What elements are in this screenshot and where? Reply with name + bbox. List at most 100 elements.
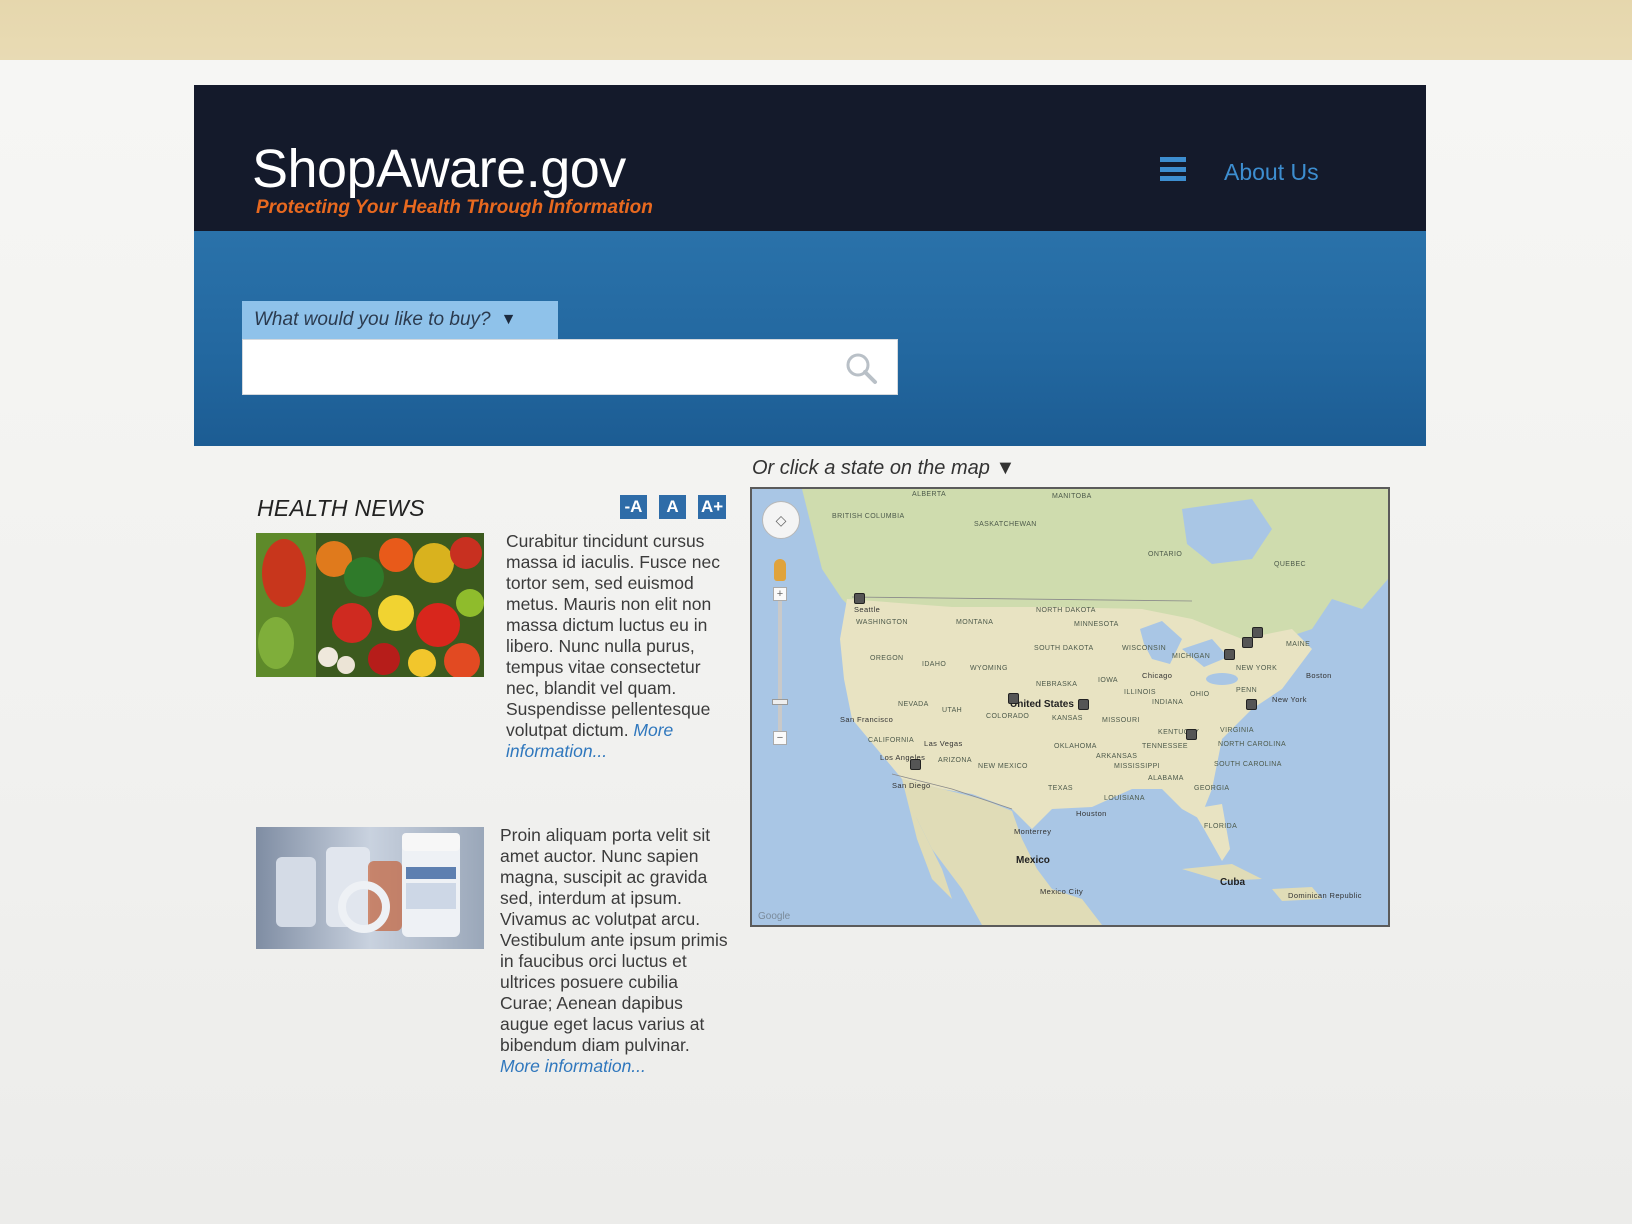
pan-control-icon[interactable]: ◇	[762, 501, 800, 539]
pill-bottles-photo[interactable]	[256, 827, 484, 949]
map-region-label: Kansas	[1052, 715, 1083, 722]
map-region-label: Montana	[956, 619, 994, 626]
health-news-heading: HEALTH NEWS	[257, 495, 425, 521]
news-article: Proin aliquam porta velit sit amet aucto…	[256, 825, 736, 1127]
vegetables-photo[interactable]	[256, 533, 484, 677]
news-article: Curabitur tincidunt cursus massa id iacu…	[256, 531, 736, 783]
more-information-link[interactable]: More information...	[500, 1056, 646, 1076]
zoom-in-button[interactable]: +	[773, 587, 787, 601]
map-prompt-label: Or click a state on the map	[752, 457, 990, 479]
map-prompt[interactable]: Or click a state on the map ▼	[752, 457, 1015, 480]
map-city-label: Dominican Republic	[1288, 891, 1362, 900]
map-region-label: Florida	[1204, 823, 1238, 830]
map-marker[interactable]	[910, 759, 921, 770]
search-input[interactable]	[243, 340, 823, 394]
map-city-label: Houston	[1076, 809, 1107, 818]
map-region-label: Saskatchewan	[974, 521, 1037, 528]
map-region-label: New Mexico	[978, 763, 1028, 770]
decrease-font-button[interactable]: -A	[620, 495, 647, 519]
map-marker[interactable]	[1008, 693, 1019, 704]
map-region-label: Oklahoma	[1054, 743, 1097, 750]
street-view-pegman-icon[interactable]	[774, 559, 786, 581]
map-city-label: Mexico City	[1040, 887, 1084, 896]
map-marker[interactable]	[854, 593, 865, 604]
map-region-label: California	[868, 737, 915, 744]
map-region-label: South Carolina	[1214, 761, 1282, 768]
map-region-label: North Carolina	[1218, 741, 1287, 748]
about-us-link[interactable]: About Us	[1224, 159, 1319, 186]
normal-font-button[interactable]: A	[659, 495, 686, 519]
map-region-label: North Dakota	[1036, 607, 1096, 614]
map-city-label: Boston	[1306, 671, 1332, 680]
map-marker[interactable]	[1252, 627, 1263, 638]
map-city-label: Las Vegas	[924, 739, 963, 748]
map-city-label: San Francisco	[840, 715, 894, 724]
map-region-label: Wyoming	[970, 665, 1008, 672]
map-region-label: Illinois	[1124, 689, 1156, 696]
increase-font-button[interactable]: A+	[698, 495, 727, 519]
map-region-label: Nevada	[898, 701, 929, 708]
menu-bar	[1160, 176, 1186, 181]
map-region-label: New York	[1236, 665, 1278, 672]
map-region-label: Missouri	[1102, 717, 1140, 724]
chevron-down-icon: ▼	[995, 457, 1016, 479]
map-region-label: Maine	[1286, 641, 1311, 648]
map-city-label: San Diego	[892, 781, 931, 790]
map-region-label: Ontario	[1148, 551, 1183, 558]
map-region-label: Utah	[942, 707, 963, 714]
map-country-label: Cuba	[1220, 877, 1245, 888]
map-marker[interactable]	[1242, 637, 1253, 648]
map-region-label: Arkansas	[1096, 753, 1138, 760]
map-region-label: Quebec	[1274, 561, 1306, 568]
hamburger-menu-icon[interactable]	[1160, 157, 1186, 181]
zoom-slider-track[interactable]	[778, 593, 782, 738]
map-country-label: Mexico	[1016, 855, 1050, 866]
search-box	[242, 339, 898, 395]
map-region-label: Georgia	[1194, 785, 1230, 792]
search-icon[interactable]	[843, 350, 879, 386]
map-region-label: Michigan	[1172, 653, 1211, 660]
map-marker[interactable]	[1078, 699, 1089, 710]
menu-bar	[1160, 166, 1186, 172]
page: ShopAware.gov Protecting Your Health Thr…	[194, 85, 1426, 1165]
map-city-label: Seattle	[854, 605, 881, 614]
map-city-label: New York	[1272, 695, 1307, 704]
map-region-label: Minnesota	[1074, 621, 1119, 628]
news-article-body: Curabitur tincidunt cursus massa id iacu…	[506, 531, 720, 740]
map-country-label: United States	[1010, 699, 1074, 710]
map-region-label: Idaho	[922, 661, 947, 668]
map-region-label: Virginia	[1220, 727, 1254, 734]
map-region-label: Manitoba	[1052, 493, 1092, 500]
map-marker[interactable]	[1246, 699, 1257, 710]
map-region-label: Tennessee	[1142, 743, 1188, 750]
map-region-label: Indiana	[1152, 699, 1184, 706]
site-header: ShopAware.gov Protecting Your Health Thr…	[194, 85, 1426, 231]
news-article-text: Proin aliquam porta velit sit amet aucto…	[500, 825, 728, 1077]
map-region-label: Alberta	[912, 491, 947, 498]
map-region-label: Washington	[856, 619, 908, 626]
site-title[interactable]: ShopAware.gov	[252, 139, 626, 199]
zoom-slider-thumb[interactable]	[772, 699, 788, 705]
news-article-body: Proin aliquam porta velit sit amet aucto…	[500, 825, 728, 1055]
map-region-label: Wisconsin	[1122, 645, 1167, 652]
map-city-label: Chicago	[1142, 671, 1173, 680]
map-region-label: Colorado	[986, 713, 1030, 720]
search-hero: What would you like to buy? ▼	[194, 231, 1426, 446]
category-dropdown[interactable]: What would you like to buy? ▼	[242, 301, 558, 339]
zoom-out-button[interactable]: −	[773, 731, 787, 745]
map-city-label: Monterrey	[1014, 827, 1052, 836]
map-region-label: Texas	[1048, 785, 1073, 792]
map-region-label: Mississippi	[1114, 763, 1161, 770]
us-state-map[interactable]: British Columbia Alberta Saskatchewan Ma…	[750, 487, 1390, 927]
category-dropdown-label: What would you like to buy?	[254, 309, 491, 330]
chevron-down-icon: ▼	[500, 311, 517, 328]
site-tagline: Protecting Your Health Through Informati…	[256, 197, 653, 218]
map-region-label: South Dakota	[1034, 645, 1094, 652]
map-marker[interactable]	[1186, 729, 1197, 740]
map-region-label: Nebraska	[1036, 681, 1078, 688]
news-article-text: Curabitur tincidunt cursus massa id iacu…	[506, 531, 734, 762]
map-region-label: Penn	[1236, 687, 1258, 694]
map-attribution: Google	[758, 911, 791, 922]
menu-bar	[1160, 157, 1186, 162]
map-marker[interactable]	[1224, 649, 1235, 660]
